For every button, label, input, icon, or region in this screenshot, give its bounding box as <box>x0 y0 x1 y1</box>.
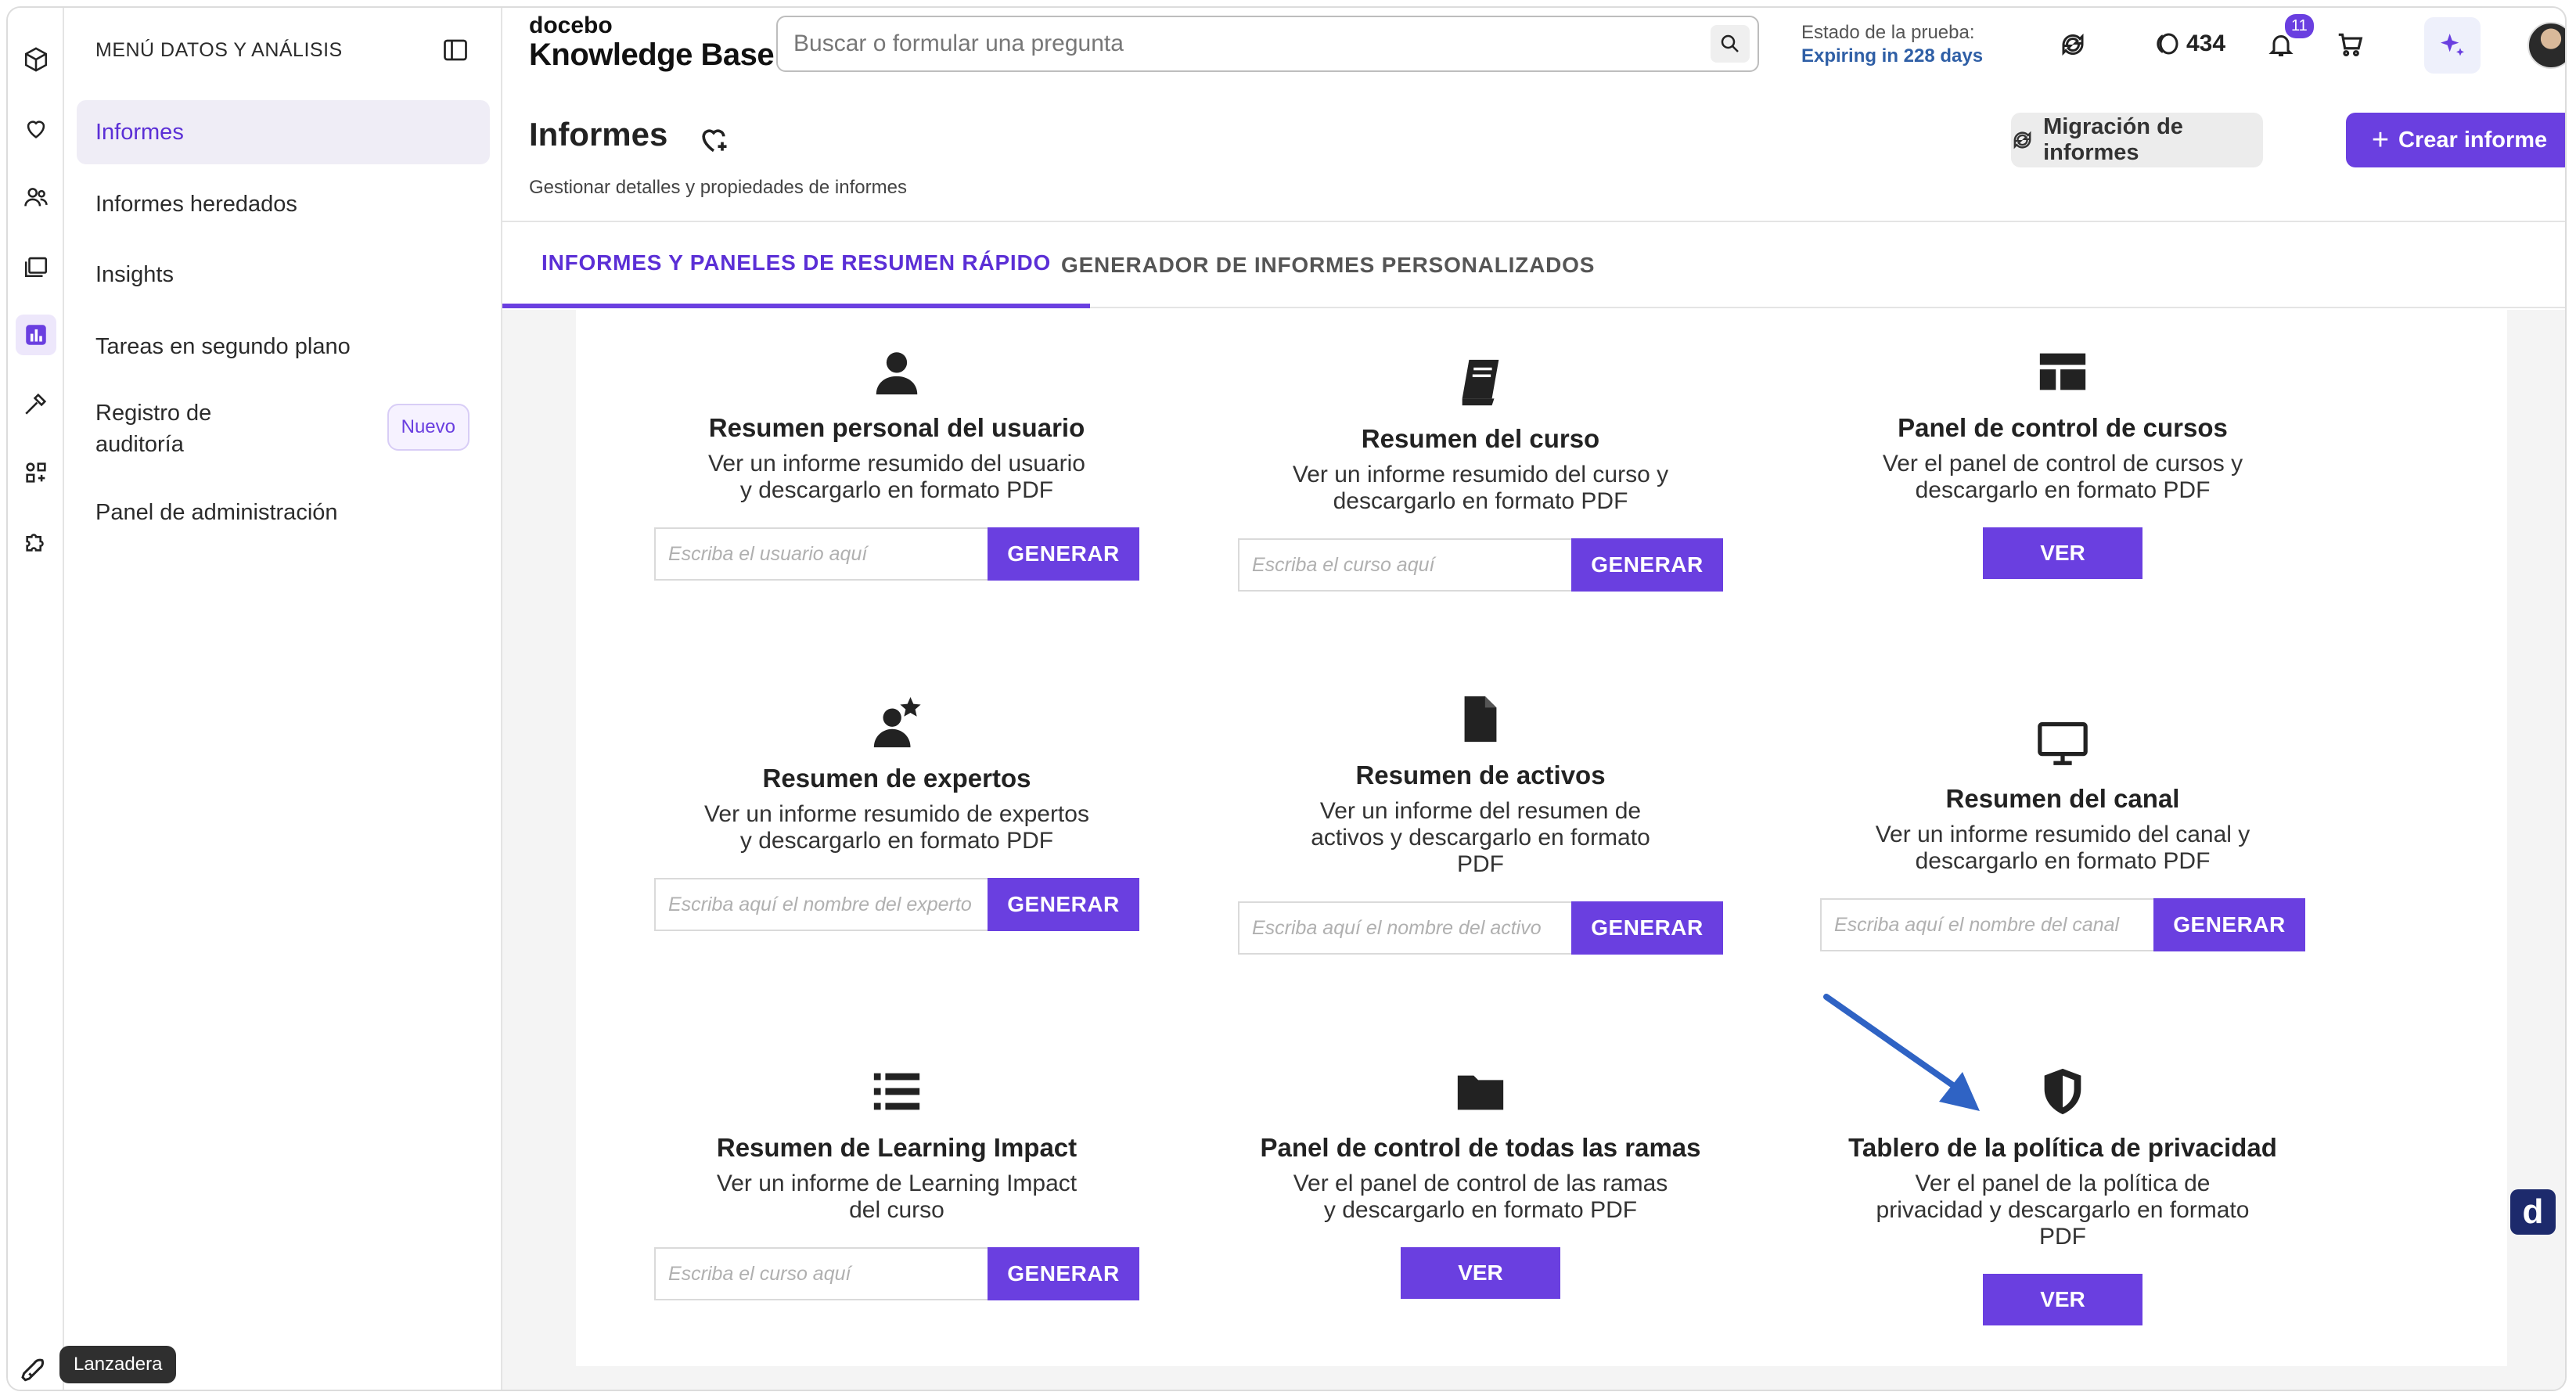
favorite-add-icon[interactable] <box>696 122 731 156</box>
view-button[interactable]: VER <box>1401 1247 1560 1299</box>
heart-icon[interactable] <box>16 108 56 149</box>
card-course-dashboard: Panel de control de cursos Ver el panel … <box>1773 344 2352 579</box>
generate-row: GENERAR <box>654 878 1139 931</box>
sidebar-item-panel-admin[interactable]: Panel de administración <box>77 480 490 545</box>
trial-status-value[interactable]: Expiring in 228 days <box>1801 45 1983 67</box>
sync-icon[interactable] <box>2053 25 2092 64</box>
expert-input[interactable] <box>654 878 988 931</box>
card-assets-summary: Resumen de activos Ver un informe del re… <box>1191 692 1770 955</box>
asset-input[interactable] <box>1238 901 1571 955</box>
brand-name[interactable]: Knowledge Base <box>529 38 775 73</box>
tab-quick-reports[interactable]: INFORMES Y PANELES DE RESUMEN RÁPIDO <box>502 222 1091 308</box>
list-icon <box>873 1073 920 1110</box>
generate-row: GENERAR <box>1820 898 2305 951</box>
folder-icon <box>1457 1075 1504 1110</box>
monitor-icon <box>2038 722 2088 765</box>
cube-icon[interactable] <box>16 39 56 80</box>
cart-icon[interactable] <box>2330 25 2369 64</box>
search-box <box>776 16 1759 72</box>
view-button[interactable]: VER <box>1983 527 2142 579</box>
generate-row: GENERAR <box>654 527 1139 581</box>
search-button[interactable] <box>1711 25 1750 63</box>
sidebar-item-informes[interactable]: Informes <box>77 100 490 164</box>
more-options-icon[interactable]: ··· <box>2563 1190 2565 1232</box>
sparkle-icon <box>2441 34 2464 56</box>
course-input[interactable] <box>654 1247 988 1300</box>
generate-button[interactable]: GENERAR <box>2153 898 2305 951</box>
apps-icon[interactable] <box>16 452 56 493</box>
generate-row: GENERAR <box>654 1247 1139 1300</box>
rocket-icon[interactable] <box>19 1355 50 1386</box>
coins-counter[interactable]: 434 <box>2153 30 2225 58</box>
document-icon <box>1464 696 1497 743</box>
sync-icon <box>2013 131 2031 149</box>
generate-button[interactable]: GENERAR <box>988 1247 1139 1300</box>
sidebar-title: MENÚ DATOS Y ANÁLISIS <box>95 39 343 61</box>
icon-rail <box>8 8 64 1390</box>
card-experts-summary: Resumen de expertos Ver un informe resum… <box>607 695 1186 931</box>
generate-row: GENERAR <box>1238 901 1723 955</box>
new-badge: Nuevo <box>387 404 470 451</box>
generate-button[interactable]: GENERAR <box>1571 901 1723 955</box>
coins-value: 434 <box>2186 31 2226 56</box>
courses-icon[interactable] <box>16 246 56 286</box>
notification-count: 11 <box>2285 14 2314 38</box>
app-window: MENÚ DATOS Y ANÁLISIS Informes Informes … <box>6 6 2567 1391</box>
analytics-icon[interactable] <box>16 315 56 355</box>
docebo-widget-button[interactable]: d <box>2510 1189 2556 1235</box>
trial-status-label: Estado de la prueba: <box>1801 22 1975 43</box>
expert-icon <box>873 696 921 748</box>
card-course-summary: Resumen del curso Ver un informe resumid… <box>1191 355 1770 592</box>
course-input[interactable] <box>1238 538 1571 592</box>
user-input[interactable] <box>654 527 988 581</box>
sidebar-item-informes-heredados[interactable]: Informes heredados <box>77 172 490 236</box>
collapse-sidebar-icon[interactable] <box>441 36 470 64</box>
view-button[interactable]: VER <box>1983 1274 2142 1325</box>
dashboard-icon <box>2039 353 2086 390</box>
migration-button[interactable]: Migración de informes <box>2011 113 2263 167</box>
card-channel-summary: Resumen del canal Ver un informe resumid… <box>1773 715 2352 951</box>
page-subtitle: Gestionar detalles y propiedades de info… <box>529 177 907 198</box>
sidebar: MENÚ DATOS Y ANÁLISIS Informes Informes … <box>64 8 502 1390</box>
generate-button[interactable]: GENERAR <box>988 527 1139 581</box>
tools-icon[interactable] <box>16 383 56 424</box>
sidebar-header: MENÚ DATOS Y ANÁLISIS <box>64 8 501 94</box>
puzzle-icon[interactable] <box>16 521 56 562</box>
card-learning-impact: Resumen de Learning Impact Ver un inform… <box>607 1064 1186 1300</box>
shield-icon <box>2044 1068 2081 1115</box>
book-icon <box>1462 359 1499 406</box>
top-bar: docebo Knowledge Base Estado de la prueb… <box>502 8 2565 86</box>
coin-icon <box>2157 33 2178 55</box>
page-title: Informes <box>529 116 668 153</box>
plus-icon: + <box>2371 123 2390 156</box>
launcher-tooltip: Lanzadera <box>59 1346 177 1383</box>
sidebar-item-registro-auditoria[interactable]: Registro de auditoría Nuevo <box>77 385 490 473</box>
card-branches-dashboard: Panel de control de todas las ramas Ver … <box>1191 1064 1770 1299</box>
generate-button[interactable]: GENERAR <box>1571 538 1723 592</box>
generate-button[interactable]: GENERAR <box>988 878 1139 931</box>
tab-bar: INFORMES Y PANELES DE RESUMEN RÁPIDO GEN… <box>502 221 2565 308</box>
channel-input[interactable] <box>1820 898 2153 951</box>
sidebar-item-insights[interactable]: Insights <box>77 243 490 307</box>
sidebar-item-tareas[interactable]: Tareas en segundo plano <box>77 315 490 379</box>
card-user-summary: Resumen personal del usuario Ver un info… <box>607 344 1186 581</box>
search-input[interactable] <box>793 27 1670 61</box>
users-icon[interactable] <box>16 177 56 218</box>
create-report-button[interactable]: + Crear informe <box>2346 113 2565 167</box>
annotation-arrow <box>1823 994 1980 1111</box>
generate-row: GENERAR <box>1238 538 1723 592</box>
ai-assistant-button[interactable] <box>2424 17 2481 74</box>
avatar[interactable] <box>2527 22 2565 69</box>
tab-custom-report-builder[interactable]: GENERADOR DE INFORMES PERSONALIZADOS <box>1022 222 1634 308</box>
user-icon <box>876 352 918 395</box>
search-icon <box>1721 34 1739 52</box>
brand-logo[interactable]: docebo <box>529 13 613 39</box>
